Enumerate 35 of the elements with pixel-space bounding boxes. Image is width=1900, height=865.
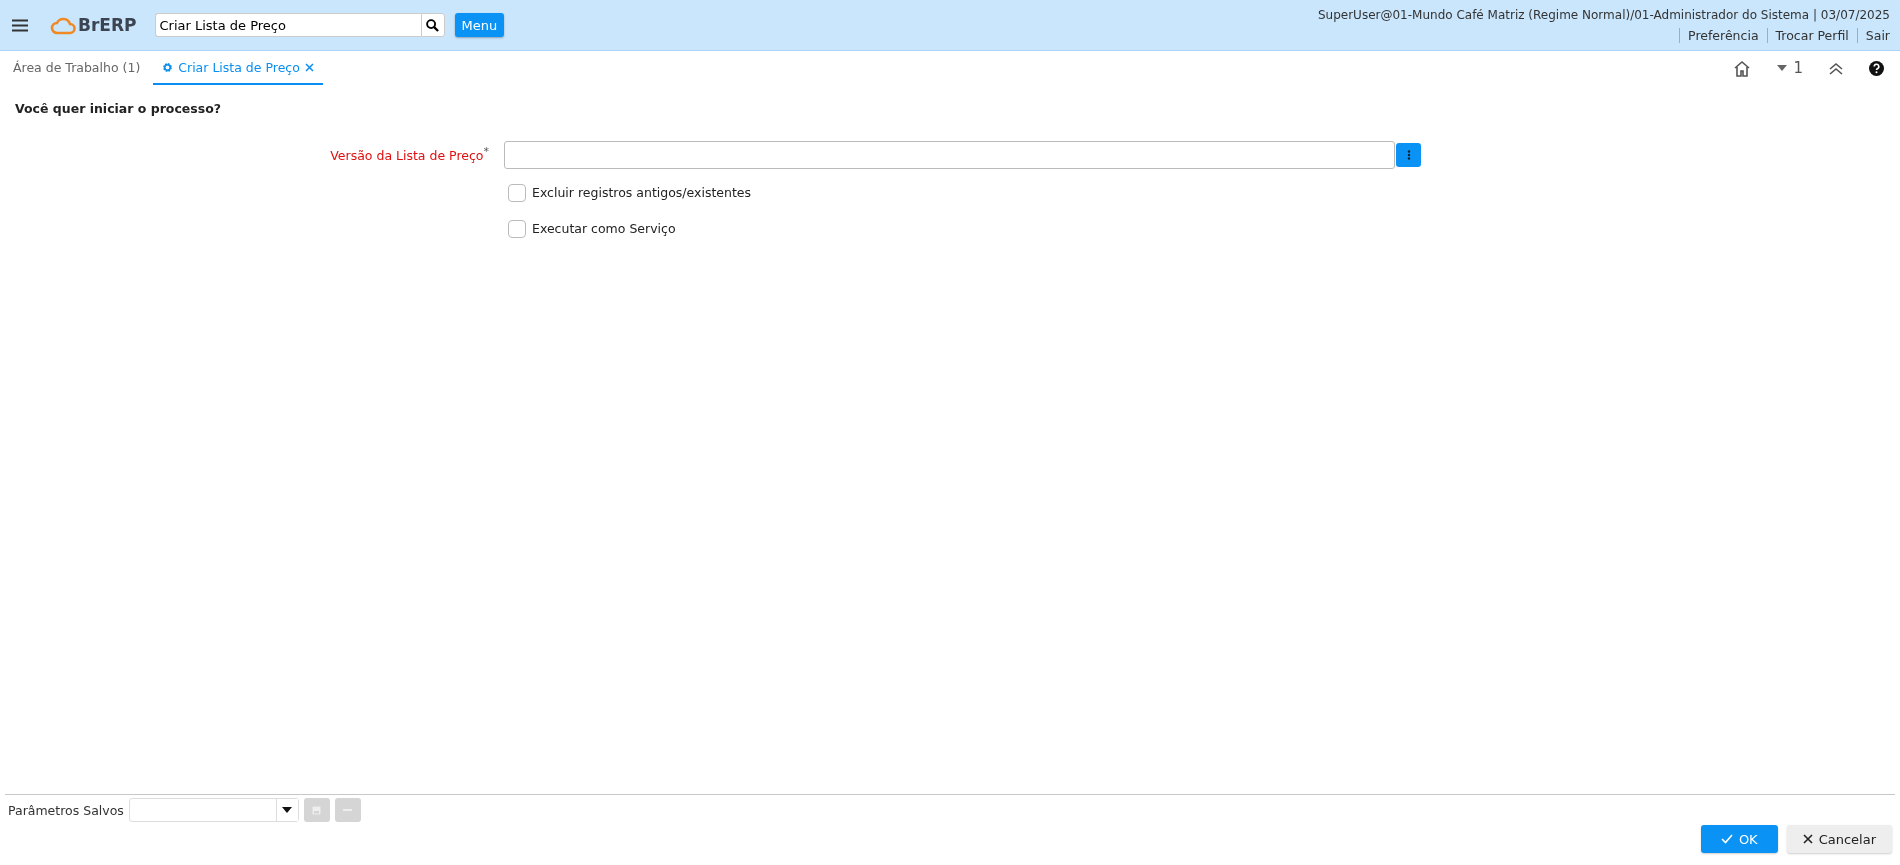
checkbox-label: Executar como Serviço xyxy=(532,221,676,236)
help-icon[interactable] xyxy=(1869,60,1884,76)
user-info: SuperUser@01-Mundo Café Matriz (Regime Normal)/01-Administrador do Sistema | 03/07/2025 xyxy=(1317,7,1890,22)
floppy-icon xyxy=(312,805,322,815)
header-link[interactable]: Preferência xyxy=(1679,27,1767,43)
prompt-text: Você quer iniciar o processo? xyxy=(15,101,223,116)
cancel-button[interactable]: Cancelar xyxy=(1786,825,1892,853)
header-link[interactable]: Sair xyxy=(1856,27,1890,43)
required-mark: * xyxy=(483,145,489,158)
checkbox-label: Excluir registros antigos/existentes xyxy=(532,185,752,200)
close-icon[interactable] xyxy=(304,62,314,72)
field-label: Versão da Lista de Preço$^{*}$ xyxy=(329,144,489,166)
search-icon xyxy=(426,18,439,32)
checkbox[interactable] xyxy=(508,183,526,202)
header-link[interactable]: Trocar Perfil xyxy=(1766,27,1857,43)
home-icon[interactable] xyxy=(1733,59,1752,77)
dots-icon xyxy=(1406,150,1411,160)
tab[interactable]: Área de Trabalho (1) xyxy=(4,51,150,85)
lookup-button[interactable] xyxy=(1396,143,1421,167)
caret-icon xyxy=(282,807,293,813)
gear-icon xyxy=(162,61,174,73)
dropdown-button[interactable] xyxy=(275,799,298,821)
collapse-icon[interactable] xyxy=(1829,61,1843,75)
checkbox[interactable] xyxy=(508,219,526,238)
search-field[interactable]: Criar Lista de Preço xyxy=(154,13,421,37)
input-field[interactable] xyxy=(504,141,1395,169)
check-icon xyxy=(1720,834,1733,844)
cloud-icon xyxy=(50,15,76,35)
caret-icon xyxy=(1777,65,1788,71)
search-button[interactable] xyxy=(420,13,445,37)
saved-params-label: Parâmetros Salvos xyxy=(8,802,124,818)
close-icon xyxy=(1802,834,1813,844)
window-dropdown[interactable]: 1 xyxy=(1777,59,1803,77)
menu-icon[interactable] xyxy=(12,18,28,32)
logo-text: BrERP xyxy=(78,15,137,35)
